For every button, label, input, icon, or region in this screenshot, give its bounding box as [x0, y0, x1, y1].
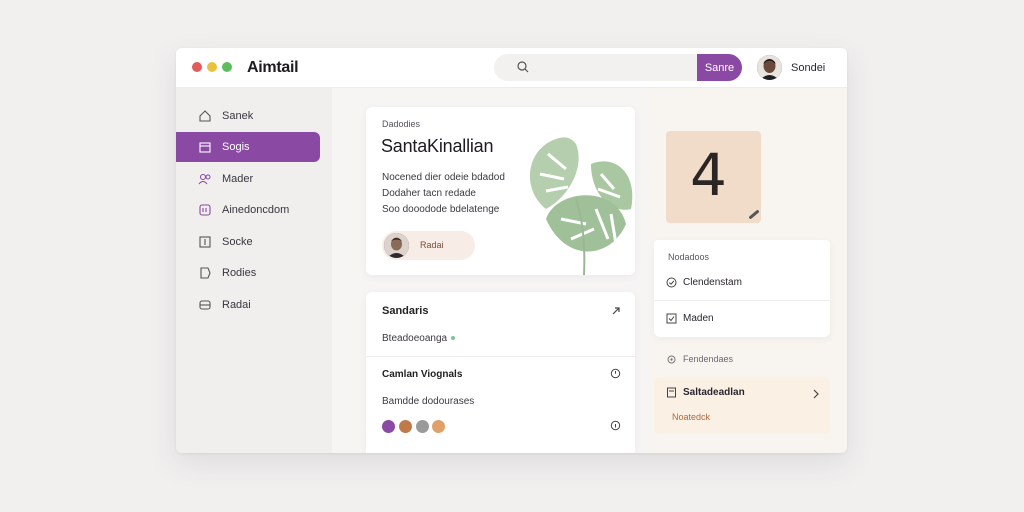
hero-desc-line: Soo dooodode bdelatenge	[382, 204, 500, 215]
tile-char: 4	[690, 141, 727, 209]
hero-desc-line: Dodaher tacn redade	[382, 188, 476, 199]
gear-icon	[667, 355, 676, 364]
sidebar-item-socke[interactable]: Socke	[176, 227, 320, 257]
sidebar-item-label: Radai	[222, 299, 251, 311]
sidebar-item-label: Sanek	[222, 110, 254, 122]
avatar[interactable]	[432, 420, 445, 433]
title-bar: Aimtail Sanre Sondei	[176, 48, 847, 88]
pen-icon	[748, 209, 760, 220]
sidebar-item-label: Mader	[222, 173, 254, 185]
section-subtitle: Bteadoeoanga	[382, 333, 456, 344]
search-button[interactable]: Sanre	[697, 54, 742, 81]
search-bar[interactable]: Sanre	[494, 54, 742, 81]
sidebar-item-sogis[interactable]: Sogis	[176, 132, 320, 162]
app-title: Aimtail	[247, 59, 299, 76]
avatar	[384, 233, 409, 258]
hero-card: Dadodies SantaKinallian Nocened dier ode…	[366, 107, 635, 275]
tag-icon	[200, 267, 211, 279]
section-title: Camlan Viognals	[382, 369, 463, 380]
sidebar-item-mader[interactable]: Mader	[176, 164, 320, 194]
list-item-label: Clendenstam	[683, 277, 742, 289]
hero-description: Nocened dier odeie bdadod Dodaher tacn r…	[382, 170, 522, 218]
app-window: Aimtail Sanre Sondei Sanek Sogis Mader A…	[176, 48, 847, 453]
calendar-icon	[199, 142, 211, 153]
mail-icon	[199, 300, 211, 310]
divider	[654, 300, 830, 301]
status-dot	[451, 336, 456, 341]
highlight-card[interactable]: Saltadeadlan Noatedck	[654, 377, 830, 434]
option-list: Nodadoos Clendenstam Maden	[654, 240, 830, 337]
hero-pill-button[interactable]: Radai	[382, 231, 475, 260]
avatar[interactable]	[416, 420, 429, 433]
clock-icon[interactable]	[610, 368, 621, 379]
section-label: Fendendaes	[666, 354, 733, 365]
home-icon	[199, 110, 211, 122]
sidebar-item-label: Ainedoncdom	[222, 204, 290, 216]
main-content: Dadodies SantaKinallian Nocened dier ode…	[332, 88, 652, 453]
card-title-text: Saltadeadlan	[683, 387, 745, 399]
close-window-button[interactable]	[192, 62, 202, 72]
sidebar: Sanek Sogis Mader Ainedoncdom Socke Rodi…	[176, 88, 332, 453]
hero-eyebrow: Dadodies	[382, 119, 421, 129]
search-icon[interactable]	[516, 60, 530, 74]
section-subtitle-text: Bteadoeoanga	[382, 333, 448, 344]
section-label-text: Fendendaes	[683, 354, 734, 364]
right-panel: 4 Nodadoos Clendenstam Maden Fendendaes …	[652, 88, 847, 453]
hero-desc-line: Nocened dier odeie bdadod	[382, 172, 505, 183]
sidebar-item-label: Sogis	[222, 141, 250, 153]
number-tile[interactable]: 4	[666, 131, 761, 223]
divider	[366, 356, 635, 357]
sidebar-item-radai[interactable]: Radai	[176, 290, 320, 320]
details-panel: Sandaris Bteadoeoanga Camlan Viognals Ba…	[366, 292, 635, 453]
avatar[interactable]	[382, 420, 395, 433]
checkbox-icon	[666, 313, 677, 324]
sidebar-item-label: Socke	[222, 236, 253, 248]
monstera-leaf-illustration	[529, 137, 633, 275]
user-name[interactable]: Sondei	[791, 62, 825, 74]
list-item[interactable]: Clendenstam	[666, 277, 742, 288]
list-item-label: Maden	[683, 313, 714, 325]
list-header: Nodadoos	[668, 252, 710, 262]
sidebar-item-ainedoncdom[interactable]: Ainedoncdom	[176, 195, 320, 225]
sidebar-item-rodies[interactable]: Rodies	[176, 258, 320, 288]
chevron-right-icon[interactable]	[812, 389, 820, 399]
hero-pill-label: Radai	[420, 240, 444, 250]
list-item[interactable]: Maden	[666, 313, 714, 324]
minimize-window-button[interactable]	[207, 62, 217, 72]
card-title: Saltadeadlan	[666, 387, 745, 398]
people-icon	[198, 173, 211, 185]
image-icon	[199, 204, 211, 216]
sidebar-item-label: Rodies	[222, 267, 257, 279]
doc-icon	[667, 387, 676, 398]
sidebar-item-sanek[interactable]: Sanek	[176, 101, 320, 131]
section-title: Sandaris	[382, 305, 429, 317]
maximize-window-button[interactable]	[222, 62, 232, 72]
hero-title: SantaKinallian	[381, 136, 494, 156]
arrow-out-icon[interactable]	[611, 306, 621, 316]
info-icon[interactable]	[610, 420, 621, 431]
avatar[interactable]	[399, 420, 412, 433]
section-subtitle: Bamdde dodourases	[382, 396, 475, 407]
avatar[interactable]	[757, 55, 782, 80]
card-subtitle: Noatedck	[672, 412, 711, 422]
doc-icon	[199, 236, 211, 248]
check-circle-icon	[666, 277, 677, 288]
